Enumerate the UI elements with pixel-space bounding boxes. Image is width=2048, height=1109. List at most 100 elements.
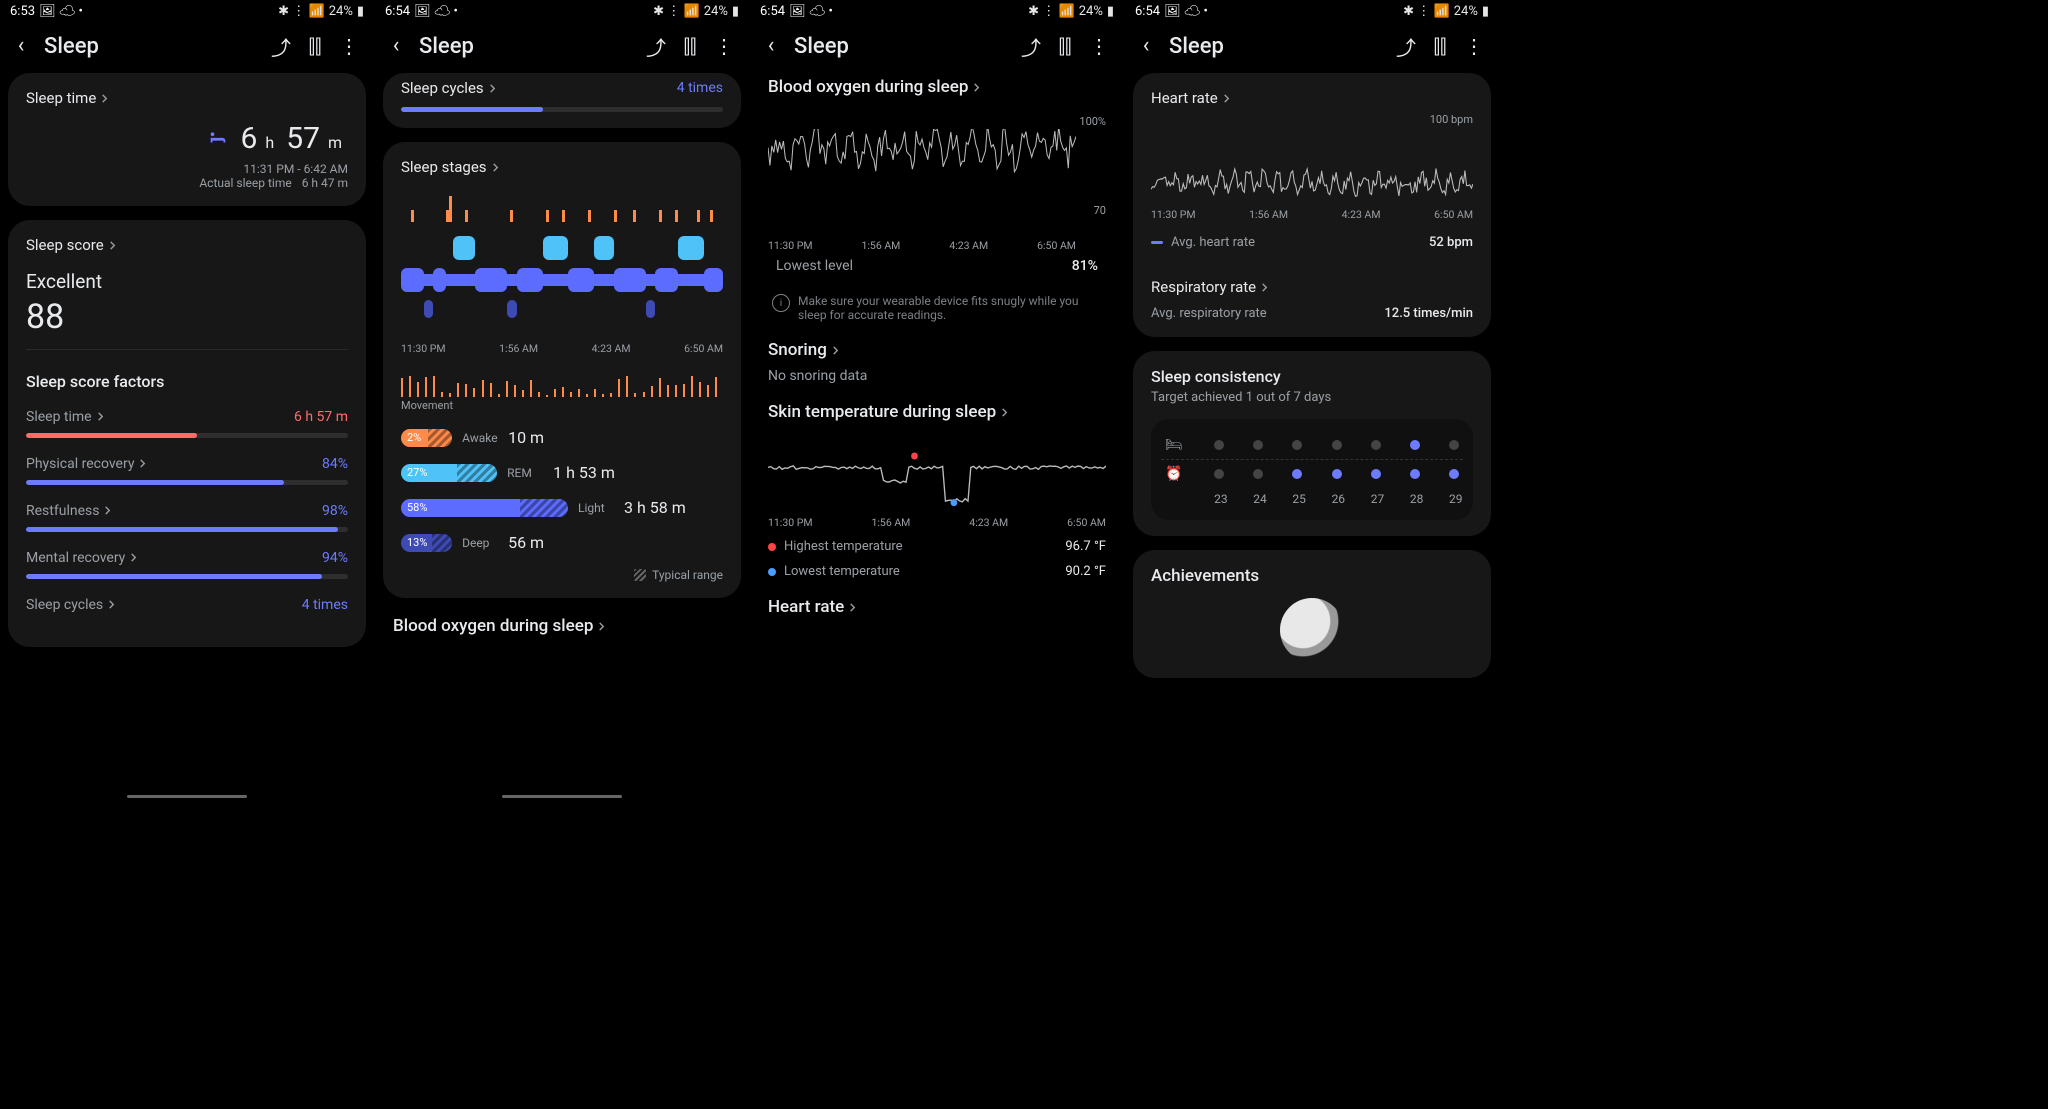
sleep-stages-link[interactable]: Sleep stages: [401, 158, 723, 176]
consistency-dot: [1371, 469, 1381, 479]
consistency-dot: [1449, 469, 1459, 479]
factor-link[interactable]: Restfulness: [26, 503, 112, 519]
factors-title: Sleep score factors: [26, 372, 348, 391]
factor-sleep-time: Sleep time 6 h 57 m: [26, 409, 348, 438]
factor-link[interactable]: Sleep cycles: [26, 597, 116, 613]
more-icon[interactable]: ⋮: [1086, 33, 1112, 59]
avg-hr-row: Avg. heart rate52 bpm: [1151, 235, 1473, 250]
page-title: Sleep: [44, 34, 260, 59]
lowest-level-row: Lowest level81%: [768, 252, 1106, 280]
stats-icon[interactable]: ⫿⫿: [677, 33, 703, 59]
skin-temp-link[interactable]: Skin temperature during sleep: [768, 402, 1106, 422]
status-icons-left: 🖼 ☁ •: [39, 4, 83, 19]
stats-icon[interactable]: ⫿⫿: [1427, 33, 1453, 59]
heart-rate-chart: [1151, 134, 1473, 204]
stats-icon[interactable]: ⫿⫿: [1052, 33, 1078, 59]
consistency-dot: [1214, 440, 1224, 450]
heart-rate-link[interactable]: Heart rate: [1151, 89, 1473, 107]
share-icon[interactable]: ⤴: [643, 33, 669, 59]
back-icon[interactable]: ‹: [387, 37, 405, 55]
status-time: 6:53: [10, 4, 35, 19]
sleep-cycles-card: Sleep cycles 4 times: [383, 73, 741, 128]
factor-link[interactable]: Physical recovery: [26, 456, 147, 472]
scrollbar-hint: [502, 795, 622, 798]
back-icon[interactable]: ‹: [12, 37, 30, 55]
consistency-dot: [1292, 440, 1302, 450]
share-icon[interactable]: ⤴: [1018, 33, 1044, 59]
consistency-dot: [1253, 440, 1263, 450]
consistency-dot: [1332, 469, 1342, 479]
stage-row-rem: 27%REM1 h 53 m: [401, 463, 723, 482]
factor-link[interactable]: Sleep time: [26, 409, 105, 425]
factor-value: 98%: [322, 503, 348, 519]
pane-sleep-overview: 6:53🖼 ☁ • ✱ ⋮ 📶24%▮ ‹ Sleep ⤴ ⫿⫿ ⋮ Sleep…: [0, 0, 375, 800]
more-icon[interactable]: ⋮: [711, 33, 737, 59]
sleep-time-card: Sleep time 6h 57m 11:31 PM - 6:42 AM Act…: [8, 73, 366, 206]
sleep-cycles-link[interactable]: Sleep cycles: [401, 79, 497, 97]
chevron-right-icon: [96, 89, 109, 107]
consistency-dot: [1410, 440, 1420, 450]
alarm-icon: ⏰: [1165, 466, 1185, 482]
sleep-score-link[interactable]: Sleep score: [26, 236, 348, 254]
moon-badge-icon: [1280, 598, 1344, 662]
score-word: Excellent: [26, 270, 348, 293]
highest-temp-row: Highest temperature96.7 °F: [768, 539, 1106, 554]
share-icon[interactable]: ⤴: [268, 33, 294, 59]
more-icon[interactable]: ⋮: [336, 33, 362, 59]
stage-row-light: 58%Light3 h 58 m: [401, 498, 723, 517]
typical-range-legend: Typical range: [401, 568, 723, 582]
snoring-section: Snoring No snoring data: [750, 336, 1124, 398]
consistency-target: Target achieved 1 out of 7 days: [1151, 390, 1473, 405]
achievements-title: Achievements: [1151, 566, 1473, 586]
respiratory-link[interactable]: Respiratory rate: [1151, 278, 1473, 296]
pane-sleep-stages: 6:54🖼 ☁ •✱ ⋮ 📶24%▮ ‹ Sleep ⤴ ⫿⫿ ⋮ Sleep …: [375, 0, 750, 800]
heart-rate-card: Heart rate 100 bpm 11:30 PM1:56 AM4:23 A…: [1133, 73, 1491, 337]
share-icon[interactable]: ⤴: [1393, 33, 1419, 59]
blood-oxygen-link[interactable]: Blood oxygen during sleep: [768, 77, 1106, 97]
lowest-temp-row: Lowest temperature90.2 °F: [768, 564, 1106, 579]
factor-value: 4 times: [302, 597, 348, 613]
factor-sleep-cycles: Sleep cycles 4 times: [26, 597, 348, 613]
consistency-title: Sleep consistency: [1151, 367, 1473, 386]
back-icon[interactable]: ‹: [762, 37, 780, 55]
blood-oxygen-section: Blood oxygen during sleep 100% 70 11:30 …: [750, 73, 1124, 336]
consistency-dot: [1332, 440, 1342, 450]
consistency-dot: [1371, 440, 1381, 450]
score-value: 88: [26, 297, 348, 337]
bed-icon: [207, 126, 229, 148]
chevron-right-icon: [104, 236, 117, 254]
achievements-card: Achievements: [1133, 550, 1491, 678]
pane-blood-oxygen: 6:54🖼 ☁ •✱ ⋮ 📶24%▮ ‹ Sleep ⤴ ⫿⫿ ⋮ Blood …: [750, 0, 1125, 800]
skin-temp-chart: [768, 442, 1106, 512]
snoring-link[interactable]: Snoring: [768, 340, 1106, 360]
consistency-dot: [1253, 469, 1263, 479]
no-snoring-text: No snoring data: [768, 368, 1106, 384]
sleep-score-card: Sleep score Excellent 88 Sleep score fac…: [8, 220, 366, 647]
sleep-time-link[interactable]: Sleep time: [26, 89, 348, 107]
factor-restfulness: Restfulness 98%: [26, 503, 348, 532]
sleep-stages-chart: 11:30 PM1:56 AM4:23 AM6:50 AM Movement: [401, 192, 723, 412]
app-header: ‹ Sleep ⤴ ⫿⫿ ⋮: [0, 23, 374, 73]
heart-rate-link[interactable]: Heart rate: [768, 597, 1106, 617]
factor-value: 84%: [322, 456, 348, 472]
sleep-duration: 6h 57m: [26, 121, 348, 156]
bedtime-icon: 🛏: [1165, 437, 1185, 453]
consistency-dot: [1449, 440, 1459, 450]
consistency-dot: [1292, 469, 1302, 479]
time-range: 11:31 PM - 6:42 AM: [243, 162, 348, 176]
consistency-grid: 🛏 ⏰ 23242526272829: [1151, 419, 1473, 520]
sleep-consistency-card: Sleep consistency Target achieved 1 out …: [1133, 351, 1491, 536]
status-bar: 6:53🖼 ☁ • ✱ ⋮ 📶24%▮: [0, 0, 374, 23]
factor-value: 6 h 57 m: [294, 409, 348, 425]
factor-link[interactable]: Mental recovery: [26, 550, 138, 566]
stats-icon[interactable]: ⫿⫿: [302, 33, 328, 59]
more-icon[interactable]: ⋮: [1461, 33, 1487, 59]
blood-oxygen-link[interactable]: Blood oxygen during sleep: [393, 616, 731, 636]
battery-pct: 24%: [329, 4, 353, 19]
skin-temp-section: Skin temperature during sleep 11:30 PM1:…: [750, 398, 1124, 593]
scrollbar-hint: [127, 795, 247, 798]
cycles-bar: [401, 107, 723, 112]
stage-row-deep: 13%Deep56 m: [401, 533, 723, 552]
back-icon[interactable]: ‹: [1137, 37, 1155, 55]
avg-resp-row: Avg. respiratory rate12.5 times/min: [1151, 306, 1473, 321]
